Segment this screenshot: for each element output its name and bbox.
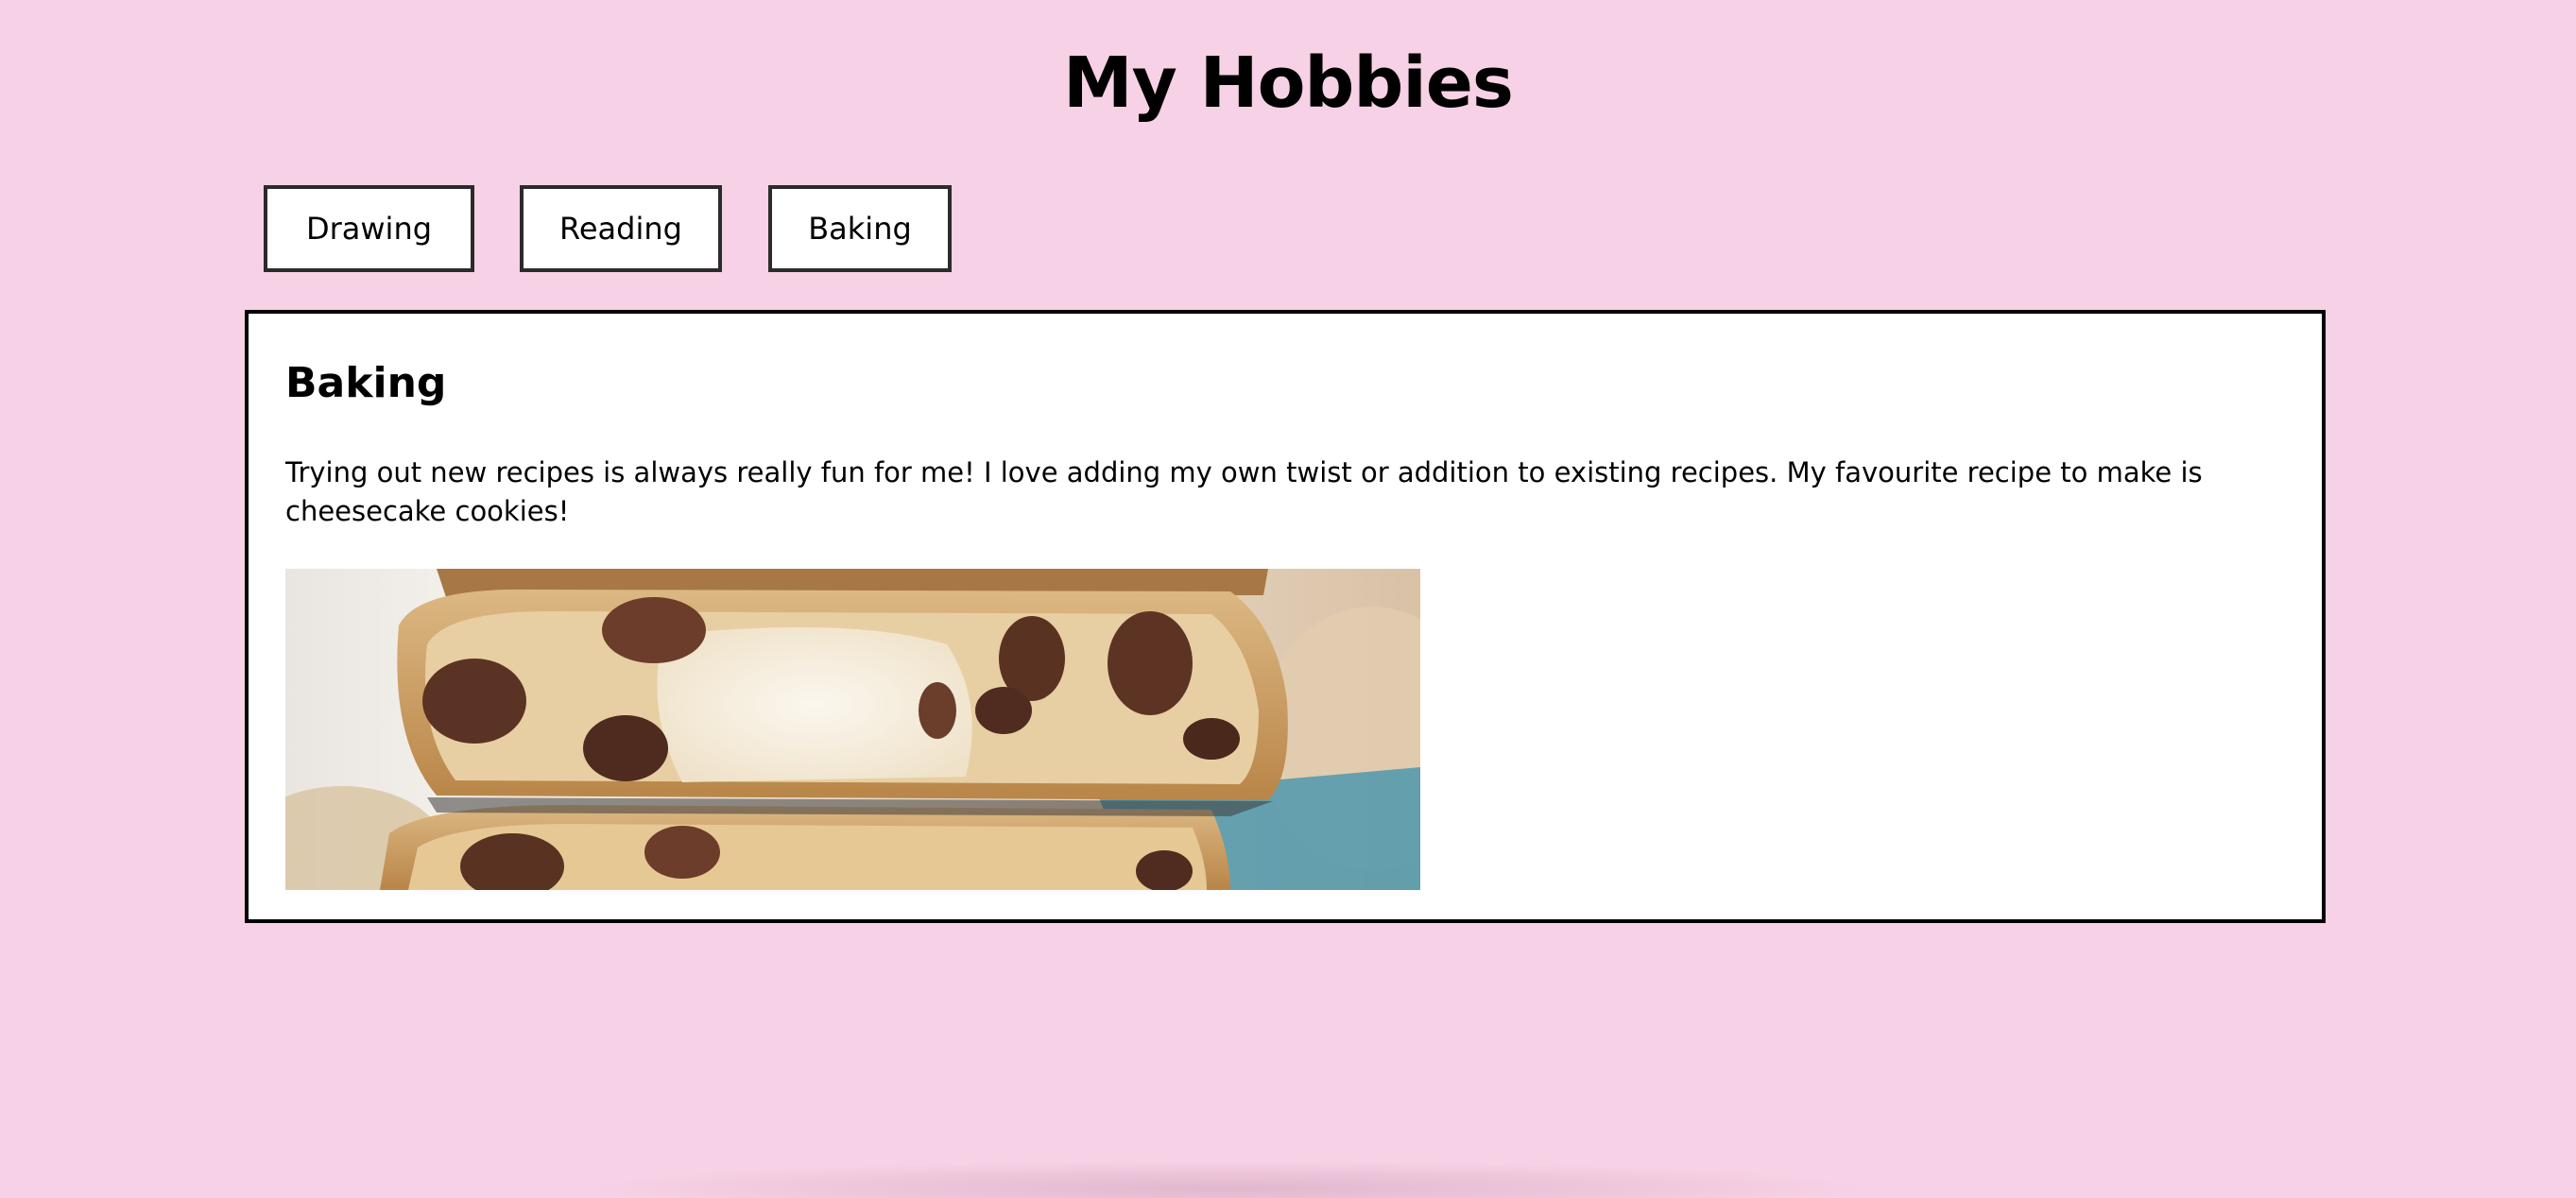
page-title: My Hobbies	[1063, 43, 1514, 124]
tab-reading[interactable]: Reading	[520, 185, 722, 272]
hobby-panel: Baking Trying out new recipes is always …	[245, 310, 2326, 923]
page: My Hobbies Drawing Reading Baking Baking…	[0, 0, 2576, 1198]
tab-baking[interactable]: Baking	[768, 185, 952, 272]
cookie-image	[285, 569, 1420, 890]
panel-description: Trying out new recipes is always really …	[285, 456, 2203, 527]
bottom-shadow	[586, 1160, 1871, 1198]
panel-heading: Baking	[285, 359, 447, 407]
tab-drawing[interactable]: Drawing	[264, 185, 474, 272]
cookie-illustration	[285, 569, 1420, 890]
